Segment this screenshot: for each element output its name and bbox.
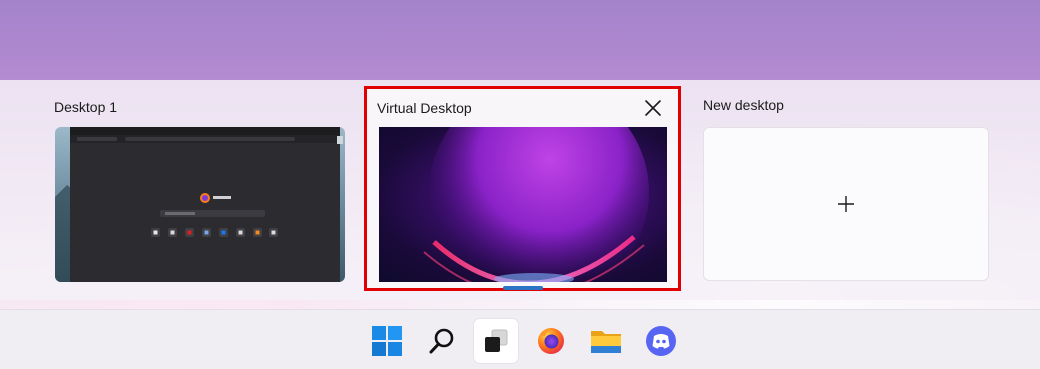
search-button[interactable] [420, 319, 464, 363]
desktop-1-thumbnail[interactable] [55, 127, 345, 282]
taskbar [0, 309, 1040, 369]
close-icon [645, 100, 661, 116]
discord-icon [646, 326, 676, 356]
bloom-wallpaper-preview [379, 127, 667, 282]
current-desktop-indicator [503, 286, 543, 290]
discord-button[interactable] [639, 319, 683, 363]
file-explorer-icon [591, 331, 621, 353]
close-desktop-button[interactable] [640, 95, 666, 121]
task-view-icon [485, 329, 508, 352]
virtual-desktop-thumbnail[interactable] [379, 127, 667, 282]
windows-start-icon [372, 326, 402, 356]
desktop-1-preview [55, 127, 345, 282]
file-explorer-button[interactable] [584, 319, 628, 363]
start-button[interactable] [365, 319, 409, 363]
new-desktop-button[interactable] [703, 127, 989, 281]
task-view-button[interactable] [474, 319, 518, 363]
search-icon [429, 328, 454, 354]
virtual-desktop-label: Virtual Desktop [377, 100, 472, 116]
desktop-1-label: Desktop 1 [54, 99, 118, 115]
plus-icon [838, 196, 854, 212]
new-desktop-label: New desktop [703, 97, 784, 113]
firefox-button[interactable] [529, 319, 573, 363]
firefox-icon [538, 328, 564, 354]
